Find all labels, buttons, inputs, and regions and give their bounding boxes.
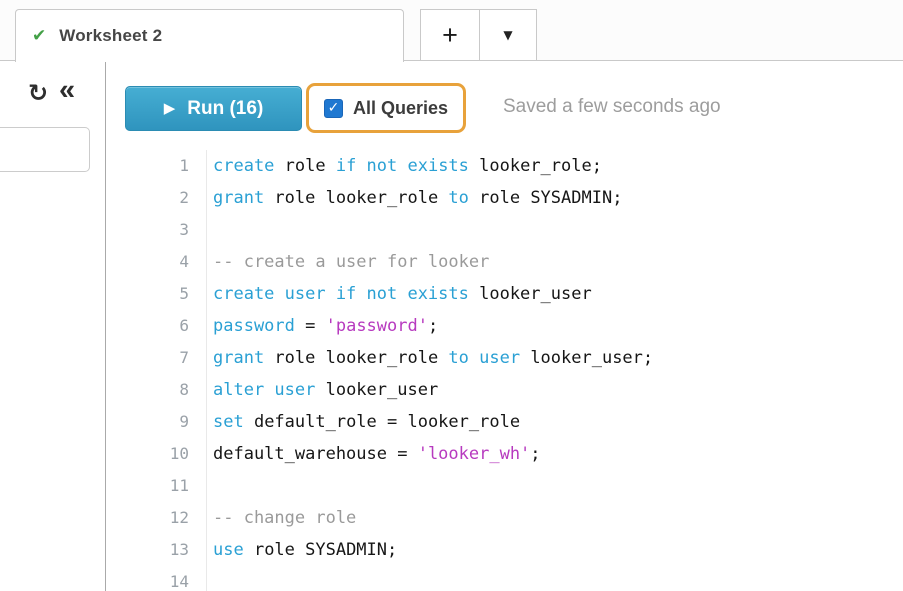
- code-line: 11: [106, 470, 903, 502]
- code-line: 5create user if not exists looker_user: [106, 278, 903, 310]
- sidebar-panel-fragment: [0, 127, 90, 172]
- code-text: [206, 470, 213, 502]
- line-number: 6: [106, 310, 206, 342]
- code-line: 4-- create a user for looker: [106, 246, 903, 278]
- code-text: use role SYSADMIN;: [206, 534, 397, 566]
- code-text: create role if not exists looker_role;: [206, 150, 602, 182]
- chevron-down-icon: ▼: [503, 28, 512, 42]
- save-status: Saved a few seconds ago: [503, 96, 721, 118]
- code-text: alter user looker_user: [206, 374, 438, 406]
- tab-worksheet-2[interactable]: ✔ Worksheet 2: [15, 9, 404, 62]
- code-text: grant role looker_role to role SYSADMIN;: [206, 182, 622, 214]
- collapse-sidebar-icon[interactable]: «: [59, 74, 75, 107]
- line-number: 7: [106, 342, 206, 374]
- code-text: [206, 214, 213, 246]
- run-button-label: Run (16): [187, 98, 263, 120]
- line-number: 11: [106, 470, 206, 502]
- code-text: -- create a user for looker: [206, 246, 489, 278]
- code-line: 2grant role looker_role to role SYSADMIN…: [106, 182, 903, 214]
- line-number: 10: [106, 438, 206, 470]
- plus-icon: +: [442, 20, 458, 51]
- code-line: 13use role SYSADMIN;: [106, 534, 903, 566]
- run-button[interactable]: ▶ Run (16): [125, 86, 302, 131]
- line-number: 14: [106, 566, 206, 591]
- code-line: 8alter user looker_user: [106, 374, 903, 406]
- line-number: 5: [106, 278, 206, 310]
- snowflake-worksheet-app: ✔ Worksheet 2 + ▼ ↻ « ▶ Run (16) ✓ All Q…: [0, 0, 903, 591]
- line-number: 9: [106, 406, 206, 438]
- code-line: 6password = 'password';: [106, 310, 903, 342]
- sql-editor[interactable]: 1create role if not exists looker_role;2…: [106, 150, 903, 591]
- code-text: [206, 566, 213, 591]
- code-text: default_warehouse = 'looker_wh';: [206, 438, 541, 470]
- code-line: 14: [106, 566, 903, 591]
- line-number: 3: [106, 214, 206, 246]
- line-number: 4: [106, 246, 206, 278]
- code-text: password = 'password';: [206, 310, 438, 342]
- new-worksheet-button[interactable]: +: [420, 9, 479, 60]
- code-line: 3: [106, 214, 903, 246]
- code-text: -- change role: [206, 502, 356, 534]
- line-number: 2: [106, 182, 206, 214]
- line-number: 12: [106, 502, 206, 534]
- code-text: create user if not exists looker_user: [206, 278, 592, 310]
- code-line: 12-- change role: [106, 502, 903, 534]
- all-queries-checkbox[interactable]: ✓: [324, 99, 343, 118]
- code-line: 7grant role looker_role to user looker_u…: [106, 342, 903, 374]
- all-queries-label: All Queries: [353, 98, 448, 119]
- line-number: 1: [106, 150, 206, 182]
- line-number: 13: [106, 534, 206, 566]
- code-line: 10default_warehouse = 'looker_wh';: [106, 438, 903, 470]
- play-icon: ▶: [164, 101, 176, 116]
- refresh-icon[interactable]: ↻: [28, 79, 48, 107]
- code-line: 1create role if not exists looker_role;: [106, 150, 903, 182]
- tab-worksheet-2-label: Worksheet 2: [59, 26, 162, 46]
- all-queries-toggle[interactable]: ✓ All Queries: [306, 83, 466, 133]
- editor-lines: 1create role if not exists looker_role;2…: [106, 150, 903, 591]
- code-line: 9set default_role = looker_role: [106, 406, 903, 438]
- line-number: 8: [106, 374, 206, 406]
- checkmark-icon: ✓: [328, 101, 340, 115]
- code-text: grant role looker_role to user looker_us…: [206, 342, 653, 374]
- saved-check-icon: ✔: [32, 26, 46, 46]
- worksheet-tab-bar: ✔ Worksheet 2 + ▼: [0, 0, 903, 61]
- worksheet-menu-button[interactable]: ▼: [479, 9, 537, 60]
- code-text: set default_role = looker_role: [206, 406, 520, 438]
